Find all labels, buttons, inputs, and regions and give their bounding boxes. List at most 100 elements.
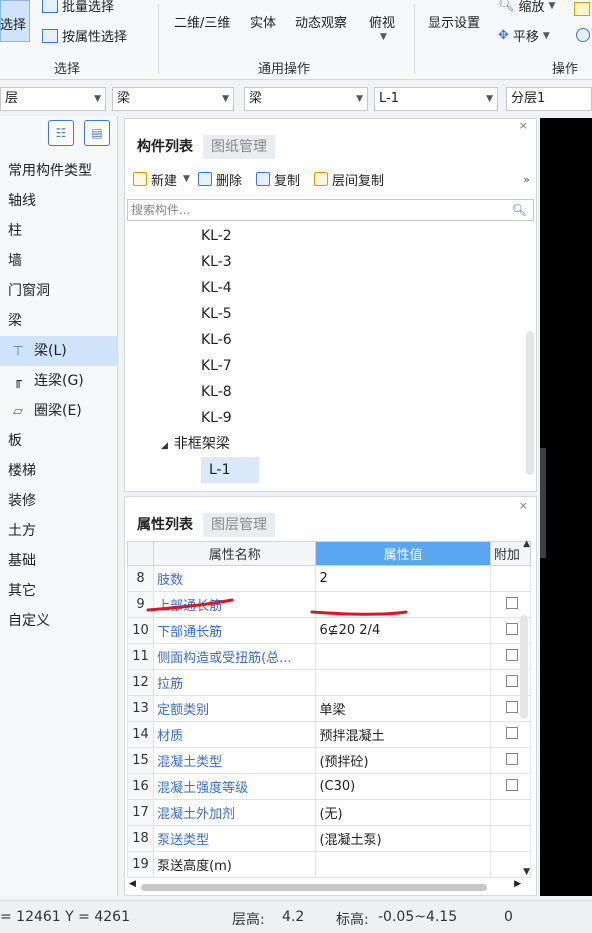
more-icon[interactable]: » — [523, 173, 530, 186]
zoom-button[interactable]: 🔍︎ 缩放 ▼ — [498, 0, 555, 15]
view-icon[interactable] — [576, 28, 590, 42]
search-icon[interactable]: 🔍︎ — [512, 200, 527, 220]
property-value[interactable]: (无) — [315, 799, 491, 826]
collapse-arrow-icon[interactable]: ◢ — [161, 441, 168, 451]
tree-item[interactable]: KL-5 — [201, 301, 232, 327]
property-name[interactable]: 泵送类型 — [153, 825, 317, 852]
scroll-down-icon[interactable]: ▼ — [523, 867, 530, 877]
property-value[interactable] — [315, 591, 491, 618]
property-value[interactable] — [315, 643, 491, 670]
tree-item[interactable]: KL-2 — [201, 223, 232, 249]
property-value[interactable]: 6⊈20 2/4 — [315, 617, 491, 644]
floor-copy-button[interactable]: 层间复制 — [313, 170, 384, 189]
tree-item[interactable]: KL-7 — [201, 353, 232, 379]
nav-item-beam[interactable]: ⊤ 梁(L) — [0, 336, 117, 366]
nav-item-beam-group[interactable]: 梁 — [0, 306, 117, 336]
checkbox[interactable] — [505, 778, 518, 791]
property-value[interactable] — [315, 851, 491, 878]
property-value[interactable]: (预拌砼) — [315, 747, 491, 774]
table-row[interactable]: 10 下部通长筋 6⊈20 2/4 — [126, 617, 532, 644]
splitter-handle[interactable] — [540, 448, 546, 558]
floor-select[interactable]: 层 ▼ — [0, 87, 106, 111]
tree-item[interactable]: KL-6 — [201, 327, 232, 353]
property-value[interactable]: 2 — [315, 565, 491, 592]
card-view-icon[interactable]: ▤ — [84, 120, 110, 146]
checkbox[interactable] — [505, 648, 518, 661]
tab-property-list[interactable]: 属性列表 — [129, 513, 201, 537]
nav-item-foundation[interactable]: 基础 — [0, 546, 117, 576]
table-row[interactable]: 9 上部通长筋 — [126, 591, 532, 618]
nav-item-wall[interactable]: 墙 — [0, 246, 117, 276]
table-row[interactable]: 16 混凝土强度等级 (C30) — [126, 773, 532, 800]
component-select[interactable]: L-1 ▼ — [374, 87, 498, 111]
attr-select-button[interactable]: 按属性选择 — [42, 26, 127, 45]
property-name[interactable]: 定额类别 — [153, 695, 317, 722]
property-value[interactable]: (C30) — [315, 773, 491, 800]
property-name[interactable]: 侧面构造或受扭筋(总... — [153, 643, 317, 670]
scroll-right-icon[interactable]: ▶ — [514, 879, 521, 889]
checkbox[interactable] — [505, 700, 518, 713]
tab-layer-management[interactable]: 图层管理 — [203, 513, 275, 537]
property-name[interactable]: 混凝土类型 — [153, 747, 317, 774]
table-row[interactable]: 14 材质 预拌混凝土 — [126, 721, 532, 748]
vertical-scrollbar[interactable] — [526, 331, 534, 475]
property-name[interactable]: 上部通长筋 — [153, 591, 317, 618]
table-row[interactable]: 18 泵送类型 (混凝土泵) — [126, 825, 532, 852]
nav-item-ring-beam[interactable]: ▱ 圈梁(E) — [0, 396, 117, 426]
component-search-input[interactable]: 搜索构件... 🔍︎ — [127, 199, 534, 221]
tree-item[interactable]: KL-4 — [201, 275, 232, 301]
checkbox[interactable] — [505, 752, 518, 765]
type-select[interactable]: 梁 ▼ — [244, 87, 368, 111]
pan-button[interactable]: ✥ 平移 ▼ — [498, 26, 550, 45]
nav-item-link-beam[interactable]: ╓ 连梁(G) — [0, 366, 117, 396]
property-value[interactable] — [315, 669, 491, 696]
new-button[interactable]: 新建 ▼ — [133, 170, 190, 189]
nav-item-common-types[interactable]: 常用构件类型 — [0, 156, 117, 186]
nav-item-other[interactable]: 其它 — [0, 576, 117, 606]
checkbox[interactable] — [505, 596, 518, 609]
nav-item-openings[interactable]: 门窗洞 — [0, 276, 117, 306]
batch-select-button[interactable]: 批量选择 — [42, 0, 114, 15]
table-row[interactable]: 17 混凝土外加剂 (无) — [126, 799, 532, 826]
nav-item-decoration[interactable]: 装修 — [0, 486, 117, 516]
nav-item-slab[interactable]: 板 — [0, 426, 117, 456]
tree-item-selected[interactable]: L-1 — [201, 457, 259, 483]
tab-component-list[interactable]: 构件列表 — [129, 135, 201, 159]
chevron-down-icon[interactable]: ▼ — [380, 32, 387, 42]
delete-button[interactable]: 删除 — [197, 170, 242, 189]
property-name[interactable]: 泵送高度(m) — [153, 851, 317, 878]
tree-item[interactable]: KL-3 — [201, 249, 232, 275]
table-row[interactable]: 11 侧面构造或受扭筋(总... — [126, 643, 532, 670]
view-2d3d-button[interactable]: 二维/三维 — [174, 12, 230, 31]
tree-item[interactable]: KL-8 — [201, 379, 232, 405]
tab-drawing-management[interactable]: 图纸管理 — [203, 135, 275, 159]
property-value[interactable]: 预拌混凝土 — [315, 721, 491, 748]
nav-item-column[interactable]: 柱 — [0, 216, 117, 246]
nav-item-stairs[interactable]: 楼梯 — [0, 456, 117, 486]
top-view-button[interactable]: 俯视 — [369, 12, 395, 31]
close-icon[interactable]: × — [519, 499, 528, 512]
table-row[interactable]: 13 定额类别 单梁 — [126, 695, 532, 722]
dynamic-view-button[interactable]: 动态观察 — [295, 12, 347, 31]
close-icon[interactable]: × — [519, 119, 528, 132]
table-row[interactable]: 12 拉筋 — [126, 669, 532, 696]
scroll-left-icon[interactable]: ◀ — [129, 879, 136, 889]
checkbox[interactable] — [505, 726, 518, 739]
nav-item-earthwork[interactable]: 土方 — [0, 516, 117, 546]
property-name[interactable]: 混凝土强度等级 — [153, 773, 317, 800]
select-button[interactable]: 选择 — [0, 0, 32, 44]
sublayer-select[interactable]: 分层1 — [506, 87, 592, 111]
property-value[interactable]: 单梁 — [315, 695, 491, 722]
drawing-canvas[interactable] — [540, 118, 592, 896]
scroll-thumb[interactable] — [141, 884, 487, 891]
nav-item-custom[interactable]: 自定义 — [0, 606, 117, 636]
property-name[interactable]: 混凝土外加剂 — [153, 799, 317, 826]
copy-button[interactable]: 复制 — [255, 170, 300, 189]
horizontal-scrollbar[interactable]: ◀ ▶ — [129, 879, 521, 893]
property-name[interactable]: 材质 — [153, 721, 317, 748]
property-value[interactable]: (混凝土泵) — [315, 825, 491, 852]
display-settings-button[interactable]: 显示设置 — [428, 12, 480, 31]
nav-item-axis[interactable]: 轴线 — [0, 186, 117, 216]
checkbox[interactable] — [505, 622, 518, 635]
category-select[interactable]: 梁 ▼ — [112, 87, 234, 111]
